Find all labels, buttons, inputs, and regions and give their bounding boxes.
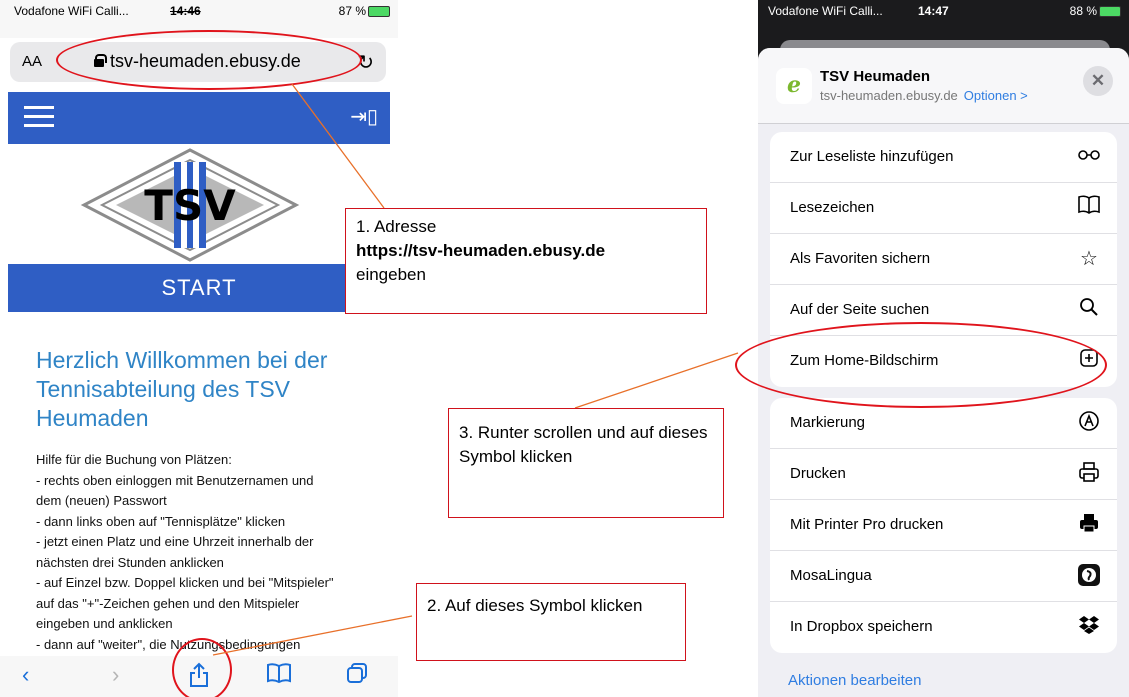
menu-item-label: Markierung xyxy=(790,414,866,431)
help-line: - rechts oben einloggen mit Benutzername… xyxy=(36,472,314,488)
menu-item-label: Auf der Seite suchen xyxy=(790,301,930,318)
mosalingua-icon xyxy=(1077,563,1101,593)
page-heading: Herzlich Willkommen bei der Tennisabteil… xyxy=(36,347,328,431)
left-phone-screenshot: Vodafone WiFi Calli... 14:46 87 % AA tsv… xyxy=(0,0,398,697)
menu-item-label: In Dropbox speichern xyxy=(790,618,933,635)
menu-item-label: Mit Printer Pro drucken xyxy=(790,516,944,533)
annotation-step-1-line1: 1. Adresse xyxy=(356,217,437,236)
highlight-home-screen xyxy=(735,322,1107,408)
menu-item-label: Lesezeichen xyxy=(790,199,875,216)
carrier-label: Vodafone WiFi Calli... xyxy=(768,4,883,18)
book-icon xyxy=(1077,195,1101,221)
help-line: dem (neuen) Passwort xyxy=(36,493,167,508)
bookmarks-icon[interactable] xyxy=(266,662,292,690)
time-label: 14:46 xyxy=(170,4,201,18)
annotation-step-1-line3: eingeben xyxy=(356,265,426,284)
annotation-step-2: 2. Auf dieses Symbol klicken xyxy=(416,583,686,661)
help-line: - jetzt einen Platz und eine Uhrzeit inn… xyxy=(36,534,314,549)
edit-actions-link[interactable]: Aktionen bearbeiten xyxy=(788,672,921,689)
start-banner: START xyxy=(8,264,390,312)
help-text: Hilfe für die Buchung von Plätzen: - rec… xyxy=(36,450,366,655)
glasses-icon xyxy=(1077,144,1101,167)
back-icon[interactable]: ‹ xyxy=(22,662,29,688)
highlight-address-bar xyxy=(56,30,362,90)
action-group-2: Markierung Drucken Mit Printer Pro druck… xyxy=(770,398,1117,653)
menu-item-label: Zur Leseliste hinzufügen xyxy=(790,148,954,165)
annotation-step-3-text: 3. Runter scrollen und auf dieses Symbol… xyxy=(459,423,708,466)
highlight-share-button xyxy=(172,638,232,697)
arrow-3 xyxy=(574,352,739,409)
help-line: - dann links oben auf "Tennisplätze" kli… xyxy=(36,513,286,529)
share-sheet-header: e TSV Heumaden tsv-heumaden.ebusy.de Opti… xyxy=(758,48,1129,124)
forward-icon[interactable]: › xyxy=(112,662,119,688)
help-line: - auf Einzel bzw. Doppel klicken und bei… xyxy=(36,575,334,590)
menu-item-label: Als Favoriten sichern xyxy=(790,250,931,267)
share-sheet-subtitle: tsv-heumaden.ebusy.de Optionen > xyxy=(820,88,1028,103)
annotation-step-1-url: https://tsv-heumaden.ebusy.de xyxy=(356,241,606,260)
tsv-logo: TSV xyxy=(80,146,300,264)
help-line: nächsten drei Stunden anklicken xyxy=(36,554,224,570)
options-link[interactable]: Optionen > xyxy=(964,88,1028,103)
annotation-step-3: 3. Runter scrollen und auf dieses Symbol… xyxy=(448,408,724,518)
battery-icon xyxy=(368,6,390,18)
menu-item-dropbox[interactable]: In Dropbox speichern xyxy=(770,602,1117,653)
dropbox-icon xyxy=(1077,614,1101,640)
print-icon xyxy=(1077,461,1101,489)
menu-item-favorites[interactable]: Als Favoriten sichern ☆ xyxy=(770,234,1117,285)
markup-icon xyxy=(1077,410,1101,438)
carrier-label: Vodafone WiFi Calli... xyxy=(14,4,129,18)
menu-item-print[interactable]: Drucken xyxy=(770,449,1117,500)
menu-item-mosalingua[interactable]: MosaLingua xyxy=(770,551,1117,602)
share-sheet-domain: tsv-heumaden.ebusy.de xyxy=(820,88,958,103)
battery-icon xyxy=(1099,6,1121,18)
svg-text:TSV: TSV xyxy=(144,181,236,230)
close-button[interactable]: ✕ xyxy=(1083,66,1113,96)
help-line: Hilfe für die Buchung von Plätzen: xyxy=(36,452,232,467)
time-label: 14:47 xyxy=(918,4,949,18)
battery-indicator: 87 % xyxy=(339,4,390,18)
menu-item-bookmarks[interactable]: Lesezeichen xyxy=(770,183,1117,234)
search-icon xyxy=(1077,297,1101,323)
menu-item-printer-pro[interactable]: Mit Printer Pro drucken xyxy=(770,500,1117,551)
ebusy-app-icon: e xyxy=(776,68,812,104)
text-size-button[interactable]: AA xyxy=(22,53,42,70)
annotation-step-2-text: 2. Auf dieses Symbol klicken xyxy=(427,596,643,615)
annotation-step-1: 1. Adresse https://tsv-heumaden.ebusy.de… xyxy=(345,208,707,314)
menu-item-label: MosaLingua xyxy=(790,567,872,584)
star-icon: ☆ xyxy=(1080,248,1098,270)
share-sheet-title: TSV Heumaden xyxy=(820,68,931,85)
printer-pro-icon xyxy=(1077,512,1101,540)
status-bar: Vodafone WiFi Calli... 14:47 88 % xyxy=(758,0,1129,38)
menu-item-label: Drucken xyxy=(790,465,846,482)
help-line: eingeben und anklicken xyxy=(36,616,173,631)
menu-item-reading-list[interactable]: Zur Leseliste hinzufügen xyxy=(770,132,1117,183)
battery-indicator: 88 % xyxy=(1070,4,1121,18)
hamburger-menu-icon[interactable] xyxy=(24,106,54,128)
help-line: auf das "+"-Zeichen gehen und den Mitspi… xyxy=(36,595,300,611)
site-header: ⇥▯ xyxy=(8,92,390,144)
login-icon[interactable]: ⇥▯ xyxy=(350,104,378,129)
tabs-icon[interactable] xyxy=(346,662,368,690)
